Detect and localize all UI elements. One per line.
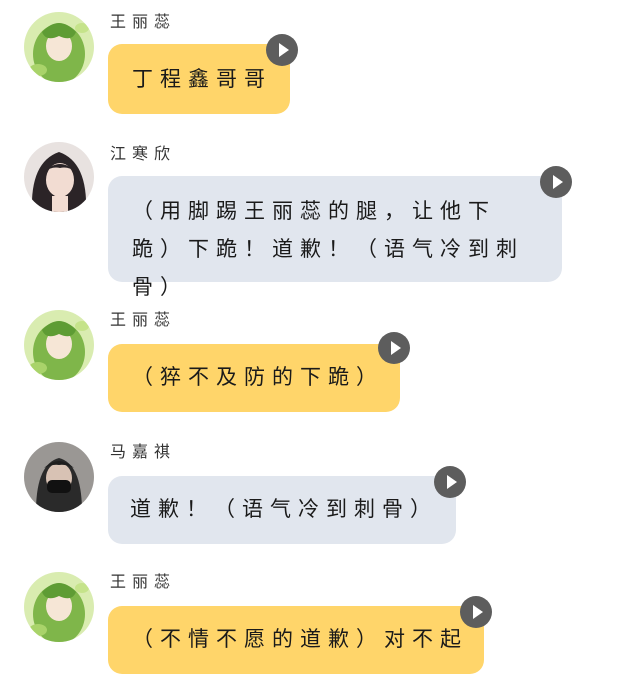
message-text: （不情不愿的道歉）对不起	[132, 627, 468, 651]
message-bubble[interactable]: （不情不愿的道歉）对不起	[108, 606, 484, 674]
chat-thread: 王丽蕊 丁程鑫哥哥 江寒欣 （用脚踢王丽蕊的腿，让他下跪）下跪！道歉！（语气冷到…	[0, 0, 640, 692]
play-icon[interactable]	[460, 596, 492, 628]
avatar[interactable]	[24, 572, 94, 642]
chat-message: 王丽蕊 （不情不愿的道歉）对不起	[0, 0, 640, 692]
sender-name: 王丽蕊	[110, 572, 177, 591]
green-anime-girl-avatar-icon	[24, 572, 94, 642]
